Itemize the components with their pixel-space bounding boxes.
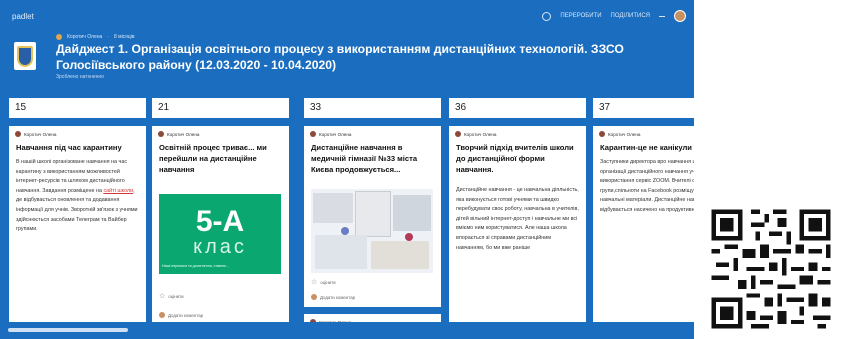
heart-icon[interactable] xyxy=(542,11,552,21)
author-avatar-icon xyxy=(158,131,164,137)
add-comment-label: Додати коментар xyxy=(168,312,204,318)
collage-sticker xyxy=(341,227,349,235)
post-image[interactable]: 5-А клас Наші перемоги та досягнення, ст… xyxy=(159,194,281,274)
column-header[interactable]: 36 xyxy=(449,98,586,118)
scrollbar-thumb[interactable] xyxy=(8,328,128,332)
collage-photo xyxy=(313,193,353,223)
post-title: Дистанційне навчання в медичній гімназії… xyxy=(311,143,418,174)
post-card[interactable]: Коротич Олена Дистанційне навчання в мед… xyxy=(304,126,441,307)
author-name: Коротич Олена xyxy=(608,131,641,137)
star-icon: ☆ xyxy=(159,293,166,300)
column-header[interactable]: 37 xyxy=(593,98,694,118)
top-actions: ПЕРЕРОБИТИ ПОДІЛИТИСЯ xyxy=(542,10,686,22)
column: 33 Коротич Олена Дистанційне навчання в … xyxy=(304,98,441,339)
horizontal-scrollbar[interactable] xyxy=(0,322,694,339)
post-title: Освітній процес триває... ми перейшли на… xyxy=(159,143,267,174)
share-button[interactable]: ПОДІЛИТИСЯ xyxy=(611,13,650,19)
column: 36 Коротич Олена Творчий підхід вчителів… xyxy=(449,98,586,339)
image-text: клас xyxy=(193,236,247,258)
column-header[interactable]: 21 xyxy=(152,98,289,118)
post-title: Навчання під час карантину xyxy=(16,143,122,152)
post-card[interactable]: Коротич Олена Творчий підхід вчителів шк… xyxy=(449,126,586,339)
rate-label: оцінити xyxy=(168,293,184,299)
collage-photo xyxy=(355,191,391,237)
image-text: 5-А xyxy=(195,205,245,238)
post-image-collage[interactable] xyxy=(311,189,433,273)
image-caption: Наші перемоги та досягнення, ставлю... xyxy=(162,264,229,268)
collage-photo xyxy=(371,241,429,269)
post-body: В нашій школі організоване навчання на ч… xyxy=(16,158,140,235)
column: 21 Коротич Олена Освітній процес триває.… xyxy=(152,98,289,339)
qr-code xyxy=(707,199,835,339)
commenter-avatar-icon xyxy=(311,294,317,300)
rate-button[interactable]: ☆ оцінити xyxy=(311,278,336,286)
collage-photo xyxy=(393,195,431,231)
author-name: Коротич Олена xyxy=(167,131,200,137)
breadcrumb-author[interactable]: Коротич Олена xyxy=(67,34,102,40)
column-header[interactable]: 33 xyxy=(304,98,441,118)
qr-code-icon xyxy=(707,205,835,333)
column-header[interactable]: 15 xyxy=(9,98,146,118)
add-comment-button[interactable]: Додати коментар xyxy=(311,294,355,300)
post-card[interactable]: Коротич Олена Освітній процес триває... … xyxy=(152,126,289,339)
author-avatar-icon xyxy=(599,131,605,137)
board-header: Коротич Олена · 8 місяців Дайджест 1. Ор… xyxy=(0,32,694,90)
remake-button[interactable]: ПЕРЕРОБИТИ xyxy=(560,13,601,19)
author-avatar-icon xyxy=(15,131,21,137)
post-author: Коротич Олена xyxy=(310,131,351,137)
collage-photo xyxy=(315,235,367,269)
post-author: Коротич Олена xyxy=(455,131,496,137)
add-comment-label: Додати коментар xyxy=(320,294,356,300)
school-crest-icon xyxy=(14,42,36,70)
more-icon[interactable] xyxy=(659,15,665,17)
breadcrumb: Коротич Олена · 8 місяців xyxy=(56,34,135,40)
post-card[interactable]: Коротич Олена Навчання під час карантину… xyxy=(9,126,146,339)
post-body: Заступники директора вро навчання щодо о… xyxy=(600,159,694,213)
add-comment-button[interactable]: Додати коментар xyxy=(159,312,203,318)
author-avatar-icon xyxy=(310,131,316,137)
author-avatar-icon xyxy=(455,131,461,137)
collage-sticker xyxy=(405,233,413,241)
author-name: Коротич Олена xyxy=(464,131,497,137)
rate-button[interactable]: ☆ оцінити xyxy=(159,292,184,300)
breadcrumb-separator: · xyxy=(107,34,109,40)
avatar[interactable] xyxy=(674,10,686,22)
author-avatar-icon xyxy=(56,34,62,40)
post-author: Коротич Олена xyxy=(158,131,199,137)
rate-label: оцінити xyxy=(320,279,336,285)
post-link[interactable]: сайті школи xyxy=(103,188,133,194)
page-subtitle: Зроблено натхненно xyxy=(56,74,104,80)
post-card[interactable]: Коротич Олена Карантин-це не канікули За… xyxy=(593,126,694,339)
commenter-avatar-icon xyxy=(159,312,165,318)
post-body-text: , де відбувається оновлення та додавання… xyxy=(16,187,138,233)
breadcrumb-time: 8 місяців xyxy=(113,34,135,40)
post-title: Карантин-це не канікули xyxy=(600,143,692,152)
post-body: Дистанційне навчання - це навчальна діял… xyxy=(456,187,579,251)
padlet-board: padlet ПЕРЕРОБИТИ ПОДІЛИТИСЯ Коротич Оле… xyxy=(0,0,694,339)
column: 37 Коротич Олена Карантин-це не канікули… xyxy=(593,98,694,339)
star-icon: ☆ xyxy=(311,279,318,286)
column: 15 Коротич Олена Навчання під час карант… xyxy=(9,98,146,339)
app-logo[interactable]: padlet xyxy=(12,12,34,21)
author-name: Коротич Олена xyxy=(24,131,57,137)
post-author: Коротич Олена xyxy=(599,131,640,137)
author-name: Коротич Олена xyxy=(319,131,352,137)
top-bar: padlet ПЕРЕРОБИТИ ПОДІЛИТИСЯ xyxy=(0,0,694,34)
post-author: Коротич Олена xyxy=(15,131,56,137)
post-title: Творчий підхід вчителів школи до дистанц… xyxy=(456,143,574,174)
page-title: Дайджест 1. Організація освітнього проце… xyxy=(56,42,624,72)
board-columns: 15 Коротич Олена Навчання під час карант… xyxy=(9,98,694,339)
